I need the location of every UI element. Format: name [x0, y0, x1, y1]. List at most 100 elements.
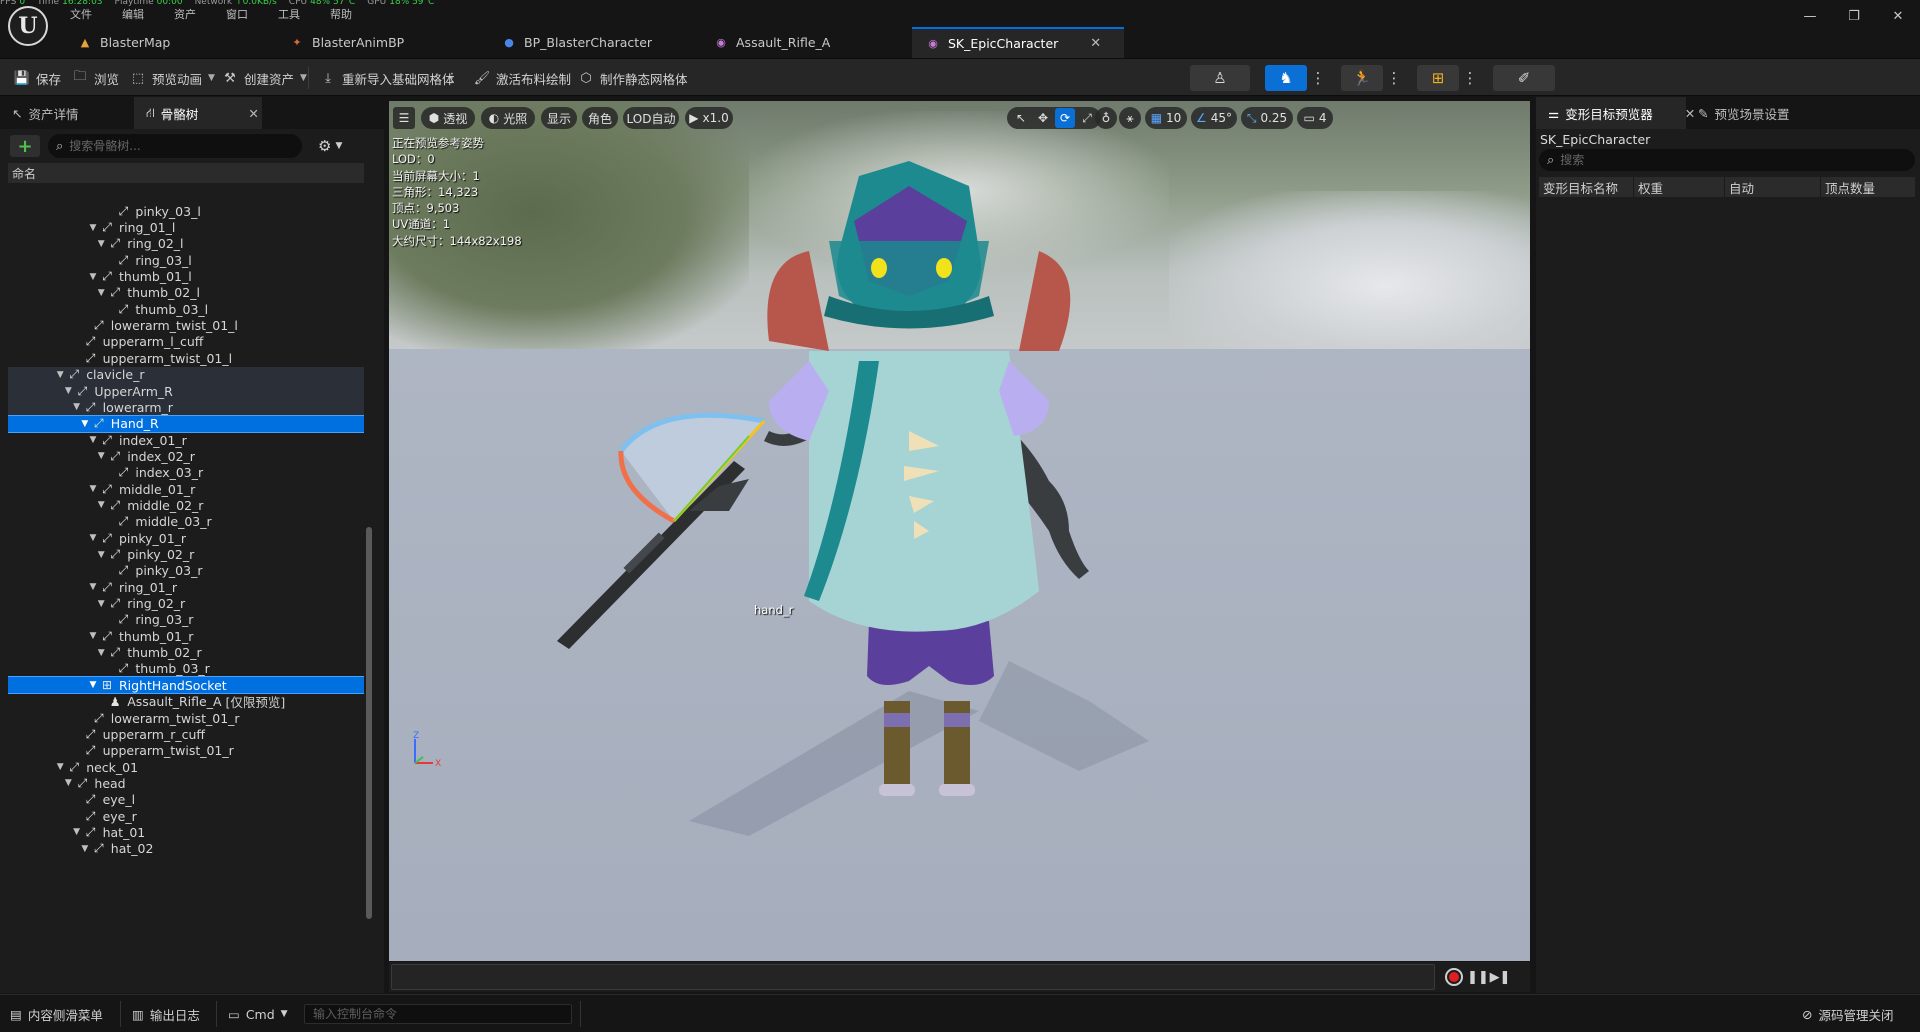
tree-row-bone[interactable]: ⤢ pinky_03_l — [8, 203, 364, 219]
rotate-icon[interactable]: ⟳ — [1055, 108, 1075, 128]
tab-asset-details[interactable]: ↖ 资产详情 — [0, 97, 134, 129]
expand-arrow-icon[interactable]: ▼ — [95, 599, 107, 609]
tab-preview-scene-settings[interactable]: ✎ 预览场景设置 — [1686, 97, 1816, 129]
tree-row-bone[interactable]: ⤢ lowerarm_twist_01_r — [8, 710, 364, 726]
expand-arrow-icon[interactable]: ▼ — [54, 370, 66, 380]
reimport-base-mesh-button[interactable]: ⤓ 重新导入基础网格体 — [320, 65, 454, 91]
expand-arrow-icon[interactable]: ▼ — [71, 402, 83, 412]
unreal-logo-icon[interactable]: U — [8, 6, 48, 46]
tab-assault-rifle-a[interactable]: ◉ Assault_Rifle_A — [700, 27, 912, 58]
tree-row-bone[interactable]: ⤢ upperarm_r_cuff — [8, 726, 364, 742]
perspective-button[interactable]: ⬢ 透视 — [421, 107, 475, 129]
expand-arrow-icon[interactable]: ▼ — [87, 631, 99, 641]
tree-row-bone[interactable]: ▼ ⤢ ring_02_r — [8, 595, 364, 611]
tree-row-bone[interactable]: ▼ ⤢ ring_01_r — [8, 579, 364, 595]
toolbar-more-options[interactable]: ⋮ — [444, 65, 460, 91]
tree-row-bone[interactable]: ▼ ⤢ Hand_R — [8, 414, 364, 433]
menu-help[interactable]: 帮助 — [330, 6, 352, 22]
lighting-button[interactable]: ◐ 光照 — [481, 107, 535, 129]
menu-window[interactable]: 窗口 — [226, 6, 248, 22]
content-drawer-button[interactable]: ▤ 内容侧滑菜单 — [10, 1003, 103, 1025]
save-button[interactable]: 💾 保存 — [14, 65, 61, 91]
column-morph-name[interactable]: 变形目标名称 — [1539, 177, 1634, 197]
grid-snap-button[interactable]: ▦ 10 — [1145, 107, 1187, 129]
character-button[interactable]: 角色 — [582, 107, 618, 129]
tab-sk-epiccharacter[interactable]: ◉ SK_EpicCharacter ✕ — [912, 27, 1124, 58]
add-button[interactable]: + — [10, 135, 40, 157]
tree-row-bone[interactable]: ⤢ eye_l — [8, 792, 364, 808]
tree-row-attached-mesh[interactable]: ♟ Assault_Rifle_A [仅限预览] — [8, 694, 364, 710]
output-log-button[interactable]: ▥ 输出日志 — [132, 1003, 200, 1025]
tree-row-bone[interactable]: ▼ ⤢ index_02_r — [8, 448, 364, 464]
translate-icon[interactable]: ✥ — [1033, 108, 1053, 128]
tab-bp-blastercharacter[interactable]: ● BP_BlasterCharacter — [488, 27, 700, 58]
tree-row-bone[interactable]: ▼ ⤢ UpperArm_R — [8, 382, 364, 400]
tree-row-bone[interactable]: ▼ ⤢ pinky_01_r — [8, 530, 364, 546]
tree-row-bone[interactable]: ⤢ upperarm_l_cuff — [8, 334, 364, 350]
expand-arrow-icon[interactable]: ▼ — [95, 288, 107, 298]
make-static-mesh-button[interactable]: ⬡ 制作静态网格体 — [578, 65, 687, 91]
tab-morph-target-preview[interactable]: ⚌ 变形目标预览器 ✕ — [1536, 97, 1695, 129]
select-cursor-icon[interactable]: ↖ — [1011, 108, 1031, 128]
close-icon[interactable]: ✕ — [1090, 36, 1101, 51]
tree-row-bone[interactable]: ⤢ index_03_r — [8, 465, 364, 481]
tree-row-bone[interactable]: ⤢ ring_03_r — [8, 612, 364, 628]
blueprint-mode-options[interactable]: ⋮ — [1461, 65, 1479, 91]
tab-blastermap[interactable]: ▲ BlasterMap — [64, 27, 276, 58]
browse-button[interactable]: 🗀 浏览 — [72, 65, 119, 91]
timeline-scrub-bar[interactable] — [391, 964, 1435, 990]
activate-cloth-paint-button[interactable]: 🖌 激活布料绘制 — [474, 65, 571, 91]
expand-arrow-icon[interactable]: ▼ — [79, 419, 91, 429]
tab-skeleton-tree[interactable]: ⛙ 骨骼树 ✕ — [134, 97, 262, 129]
animation-mode-button[interactable]: 🏃 — [1341, 65, 1383, 91]
expand-arrow-icon[interactable]: ▼ — [95, 500, 107, 510]
mesh-mode-button[interactable]: ♞ — [1265, 65, 1307, 91]
column-auto[interactable]: 自动 — [1725, 177, 1821, 197]
tree-row-bone[interactable]: ⤢ thumb_03_l — [8, 301, 364, 317]
tree-row-bone[interactable]: ⤢ lowerarm_twist_01_l — [8, 317, 364, 333]
tree-row-bone[interactable]: ▼ ⤢ index_01_r — [8, 432, 364, 448]
tree-row-bone[interactable]: ▼ ⤢ lowerarm_r — [8, 399, 364, 416]
skeleton-search-input[interactable] — [69, 139, 280, 153]
tree-row-bone[interactable]: ⤢ thumb_03_r — [8, 661, 364, 677]
pause-button[interactable]: ❚❚ — [1467, 968, 1489, 986]
tree-row-bone[interactable]: ▼ ⤢ thumb_01_l — [8, 268, 364, 284]
tree-row-bone[interactable]: ▼ ⤢ thumb_02_l — [8, 285, 364, 301]
step-forward-button[interactable]: ▶❚ — [1490, 968, 1511, 986]
tree-row-bone[interactable]: ▼ ⤢ clavicle_r — [8, 366, 364, 383]
mesh-mode-options[interactable]: ⋮ — [1309, 65, 1327, 91]
tree-row-bone[interactable]: ▼ ⤢ ring_01_l — [8, 219, 364, 235]
tree-row-bone[interactable]: ⤢ middle_03_r — [8, 514, 364, 530]
expand-arrow-icon[interactable]: ▼ — [95, 239, 107, 249]
expand-arrow-icon[interactable]: ▼ — [87, 223, 99, 233]
lod-button[interactable]: LOD自动 — [623, 107, 679, 129]
expand-arrow-icon[interactable]: ▼ — [87, 582, 99, 592]
cmd-dropdown[interactable]: ▭ Cmd ▼ — [228, 1003, 288, 1025]
rotation-snap-button[interactable]: ∠ 45° — [1191, 107, 1237, 129]
record-button[interactable] — [1445, 968, 1463, 986]
tree-row-bone[interactable]: ▼ ⤢ hat_01 — [8, 824, 364, 840]
tree-row-bone[interactable]: ▼ ⤢ thumb_01_r — [8, 628, 364, 644]
expand-arrow-icon[interactable]: ▼ — [71, 827, 83, 837]
show-button[interactable]: 显示 — [541, 107, 577, 129]
tree-row-bone[interactable]: ▼ ⤢ ring_02_l — [8, 236, 364, 252]
menu-asset[interactable]: 资产 — [174, 6, 196, 22]
tree-row-bone[interactable]: ⤢ upperarm_twist_01_l — [8, 350, 364, 366]
minimize-icon[interactable]: — — [1788, 0, 1832, 32]
morph-search-input[interactable] — [1560, 153, 1901, 167]
close-window-icon[interactable]: ✕ — [1876, 0, 1920, 32]
animation-mode-options[interactable]: ⋮ — [1385, 65, 1403, 91]
expand-arrow-icon[interactable]: ▼ — [87, 680, 99, 690]
menu-tools[interactable]: 工具 — [278, 6, 300, 22]
source-control-button[interactable]: ⊘ 源码管理关闭 — [1802, 1003, 1894, 1025]
tree-row-socket[interactable]: ▼ ⊞ RightHandSocket — [8, 676, 364, 695]
expand-arrow-icon[interactable]: ▼ — [54, 762, 66, 772]
expand-arrow-icon[interactable]: ▼ — [62, 778, 74, 788]
surface-snap-button[interactable]: ⚹ — [1119, 107, 1141, 129]
tree-settings-dropdown[interactable]: ⚙ ▼ — [318, 137, 342, 155]
play-speed-button[interactable]: ▶ x1.0 — [685, 107, 733, 129]
viewport-menu-button[interactable]: ☰ — [393, 107, 415, 129]
expand-arrow-icon[interactable]: ▼ — [87, 272, 99, 282]
column-weight[interactable]: 权重 — [1634, 177, 1725, 197]
create-asset-dropdown[interactable]: ⚒ 创建资产 ▼ — [222, 65, 307, 91]
